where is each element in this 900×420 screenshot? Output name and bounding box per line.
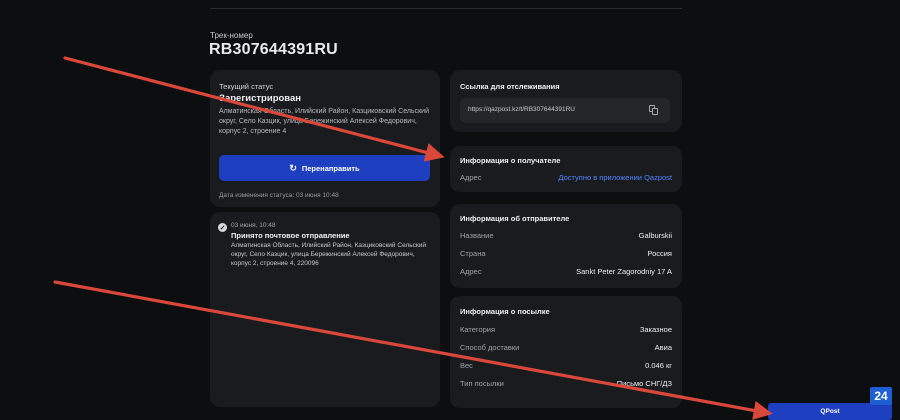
parcel-row-key: Тип посылки: [460, 379, 504, 388]
sender-row: Адрес Sankt Peter Zagorodniy 17 A: [460, 267, 672, 276]
parcel-row: Тип посылки Письмо СНГ/ДЗ: [460, 379, 672, 388]
status-caption: Текущий статус: [219, 82, 274, 91]
sender-row: Название Galburskii: [460, 231, 672, 240]
status-value: Зарегистрирован: [219, 93, 302, 104]
sender-row-value: Sankt Peter Zagorodniy 17 A: [576, 267, 672, 276]
parcel-row-key: Вес: [460, 361, 473, 370]
history-event-title: Принято почтовое отправление: [231, 231, 350, 240]
recipient-address-row: Адрес Доступно в приложении Qazpost: [460, 173, 672, 182]
history-event-address: Алматинская Область, Илийский Район, Каз…: [231, 242, 426, 267]
sender-row-key: Название: [460, 231, 494, 240]
sender-row-value: Galburskii: [638, 231, 672, 240]
status-card: Текущий статус Зарегистрирован Алматинск…: [210, 70, 440, 207]
recipient-title: Информация о получателе: [460, 156, 561, 165]
refresh-icon: ↻: [289, 162, 297, 173]
qpost-button[interactable]: QPost: [768, 403, 892, 420]
track-number: RB307644391RU: [209, 41, 338, 58]
recipient-card: Информация о получателе Адрес Доступно в…: [450, 146, 682, 192]
history-card: ✓ 03 июня, 10:48 Принято почтовое отправ…: [210, 212, 440, 407]
recipient-address-link[interactable]: Доступно в приложении Qazpost: [558, 173, 672, 182]
parcel-row-value: 0.046 кг: [645, 361, 672, 370]
recipient-address-key: Адрес: [460, 173, 482, 182]
parcel-row: Способ доставки Авиа: [460, 343, 672, 352]
track-number-label: Трек-номер: [210, 31, 253, 40]
copy-icon[interactable]: [649, 105, 658, 115]
redirect-button-label: Перенаправить: [301, 163, 360, 173]
sender-row-key: Страна: [460, 249, 486, 258]
sender-card: Информация об отправителе Название Galbu…: [450, 204, 682, 288]
sender-row: Страна Россия: [460, 249, 672, 258]
sender-title: Информация об отправителе: [460, 214, 570, 223]
parcel-row-key: Категория: [460, 325, 496, 334]
tracking-link-url: https://qazpost.kz/t/RB307644391RU: [468, 106, 575, 113]
tracking-link-title: Ссылка для отслеживания: [460, 82, 560, 91]
badge-24: 24: [870, 387, 892, 405]
status-change-date: Дата изменения статуса: 03 июня 10:48: [219, 192, 339, 199]
sender-row-key: Адрес: [460, 267, 482, 276]
parcel-row: Вес 0.046 кг: [460, 361, 672, 370]
sender-row-value: Россия: [647, 249, 672, 258]
parcel-row-value: Письмо СНГ/ДЗ: [616, 379, 672, 388]
history-event-date: 03 июня, 10:48: [231, 222, 276, 229]
tracking-link-field[interactable]: https://qazpost.kz/t/RB307644391RU: [460, 98, 670, 123]
status-address: Алматинская Область, Илийский Район, Каз…: [219, 108, 429, 135]
parcel-card: Информация о посылке Категория Заказное …: [450, 296, 682, 408]
parcel-row-value: Заказное: [639, 325, 672, 334]
check-icon: ✓: [218, 223, 227, 232]
tracking-link-card: Ссылка для отслеживания https://qazpost.…: [450, 70, 682, 132]
parcel-row-value: Авиа: [654, 343, 672, 352]
top-divider: [210, 8, 682, 9]
parcel-row: Категория Заказное: [460, 325, 672, 334]
parcel-title: Информация о посылке: [460, 307, 550, 316]
redirect-button[interactable]: ↻ Перенаправить: [219, 155, 430, 181]
parcel-row-key: Способ доставки: [460, 343, 520, 352]
